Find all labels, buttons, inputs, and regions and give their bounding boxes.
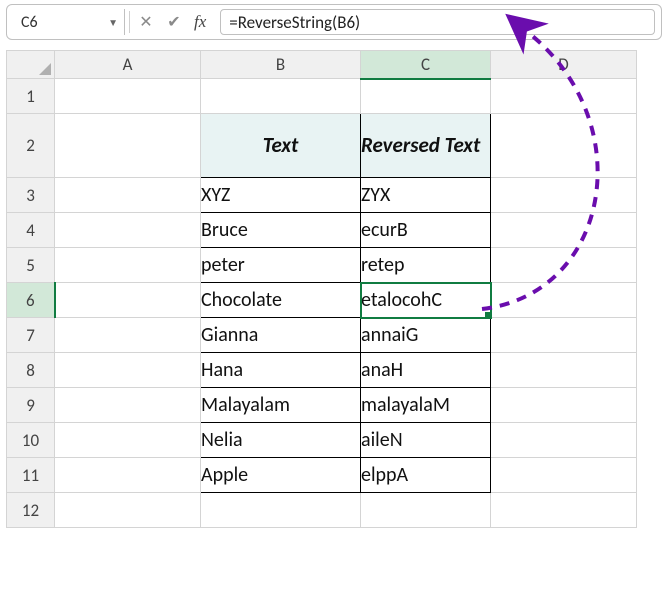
row-header-10[interactable]: 10 — [7, 423, 55, 458]
cell[interactable] — [491, 353, 637, 388]
cell-reversed[interactable]: anaH — [361, 353, 491, 388]
cell-text[interactable]: Bruce — [201, 213, 361, 248]
formula-bar: C6 ▼ ✕ ✔ fx — [6, 4, 662, 40]
cell[interactable] — [491, 114, 637, 178]
cell[interactable] — [55, 178, 201, 213]
cell[interactable] — [55, 248, 201, 283]
cell-text[interactable]: Malayalam — [201, 388, 361, 423]
cell[interactable] — [491, 248, 637, 283]
cancel-icon[interactable]: ✕ — [134, 10, 158, 34]
cell[interactable] — [55, 318, 201, 353]
cell-reversed[interactable]: annaiG — [361, 318, 491, 353]
cell-reversed[interactable]: malayalaM — [361, 388, 491, 423]
cell-text[interactable]: peter — [201, 248, 361, 283]
cell[interactable] — [491, 388, 637, 423]
row-header-4[interactable]: 4 — [7, 213, 55, 248]
name-box-value: C6 — [21, 13, 38, 32]
row-header-7[interactable]: 7 — [7, 318, 55, 353]
cell[interactable] — [55, 423, 201, 458]
cell[interactable] — [55, 79, 201, 114]
row-header-9[interactable]: 9 — [7, 388, 55, 423]
cell[interactable] — [491, 178, 637, 213]
cell[interactable] — [491, 318, 637, 353]
cell[interactable] — [491, 458, 637, 493]
formula-input[interactable] — [220, 9, 655, 35]
chevron-down-icon[interactable]: ▼ — [108, 16, 118, 29]
fx-icon[interactable]: fx — [190, 12, 210, 32]
cell[interactable] — [491, 423, 637, 458]
row-header-11[interactable]: 11 — [7, 458, 55, 493]
header-reversed[interactable]: Reversed Text — [361, 114, 491, 178]
cell-text[interactable]: Apple — [201, 458, 361, 493]
separator — [129, 11, 130, 33]
cell-text[interactable]: Gianna — [201, 318, 361, 353]
cell[interactable] — [55, 493, 201, 528]
cell[interactable] — [491, 213, 637, 248]
select-all-corner[interactable] — [7, 51, 55, 79]
row-header-6[interactable]: 6 — [7, 283, 55, 318]
cell[interactable] — [361, 493, 491, 528]
cell-text[interactable]: Nelia — [201, 423, 361, 458]
cell[interactable] — [55, 114, 201, 178]
cell[interactable] — [55, 353, 201, 388]
spreadsheet-grid[interactable]: A B C D 1 2 Text Reversed Text 3 XYZ ZYX… — [6, 50, 637, 528]
row-header-2[interactable]: 2 — [7, 114, 55, 178]
cell-reversed[interactable]: ecurB — [361, 213, 491, 248]
cell[interactable] — [201, 79, 361, 114]
col-header-b[interactable]: B — [201, 51, 361, 79]
cell[interactable] — [491, 493, 637, 528]
check-icon[interactable]: ✔ — [162, 10, 186, 34]
col-header-d[interactable]: D — [491, 51, 637, 79]
cell[interactable] — [55, 283, 201, 318]
cell[interactable] — [361, 79, 491, 114]
header-text[interactable]: Text — [201, 114, 361, 178]
row-header-1[interactable]: 1 — [7, 79, 55, 114]
col-header-a[interactable]: A — [55, 51, 201, 79]
col-header-c[interactable]: C — [361, 51, 491, 79]
cell-text[interactable]: XYZ — [201, 178, 361, 213]
cell[interactable] — [55, 388, 201, 423]
cell[interactable] — [55, 458, 201, 493]
cell[interactable] — [491, 79, 637, 114]
row-header-12[interactable]: 12 — [7, 493, 55, 528]
cell-reversed[interactable]: aileN — [361, 423, 491, 458]
row-header-3[interactable]: 3 — [7, 178, 55, 213]
cell-reversed-selected[interactable]: etalocohC — [361, 283, 491, 318]
cell-text[interactable]: Hana — [201, 353, 361, 388]
cell[interactable] — [491, 283, 637, 318]
cell-reversed[interactable]: ZYX — [361, 178, 491, 213]
cell-reversed[interactable]: retep — [361, 248, 491, 283]
row-header-5[interactable]: 5 — [7, 248, 55, 283]
cell[interactable] — [55, 213, 201, 248]
row-header-8[interactable]: 8 — [7, 353, 55, 388]
cell-reversed[interactable]: elppA — [361, 458, 491, 493]
cell-text[interactable]: Chocolate — [201, 283, 361, 318]
cell[interactable] — [201, 493, 361, 528]
name-box[interactable]: C6 ▼ — [13, 9, 125, 35]
